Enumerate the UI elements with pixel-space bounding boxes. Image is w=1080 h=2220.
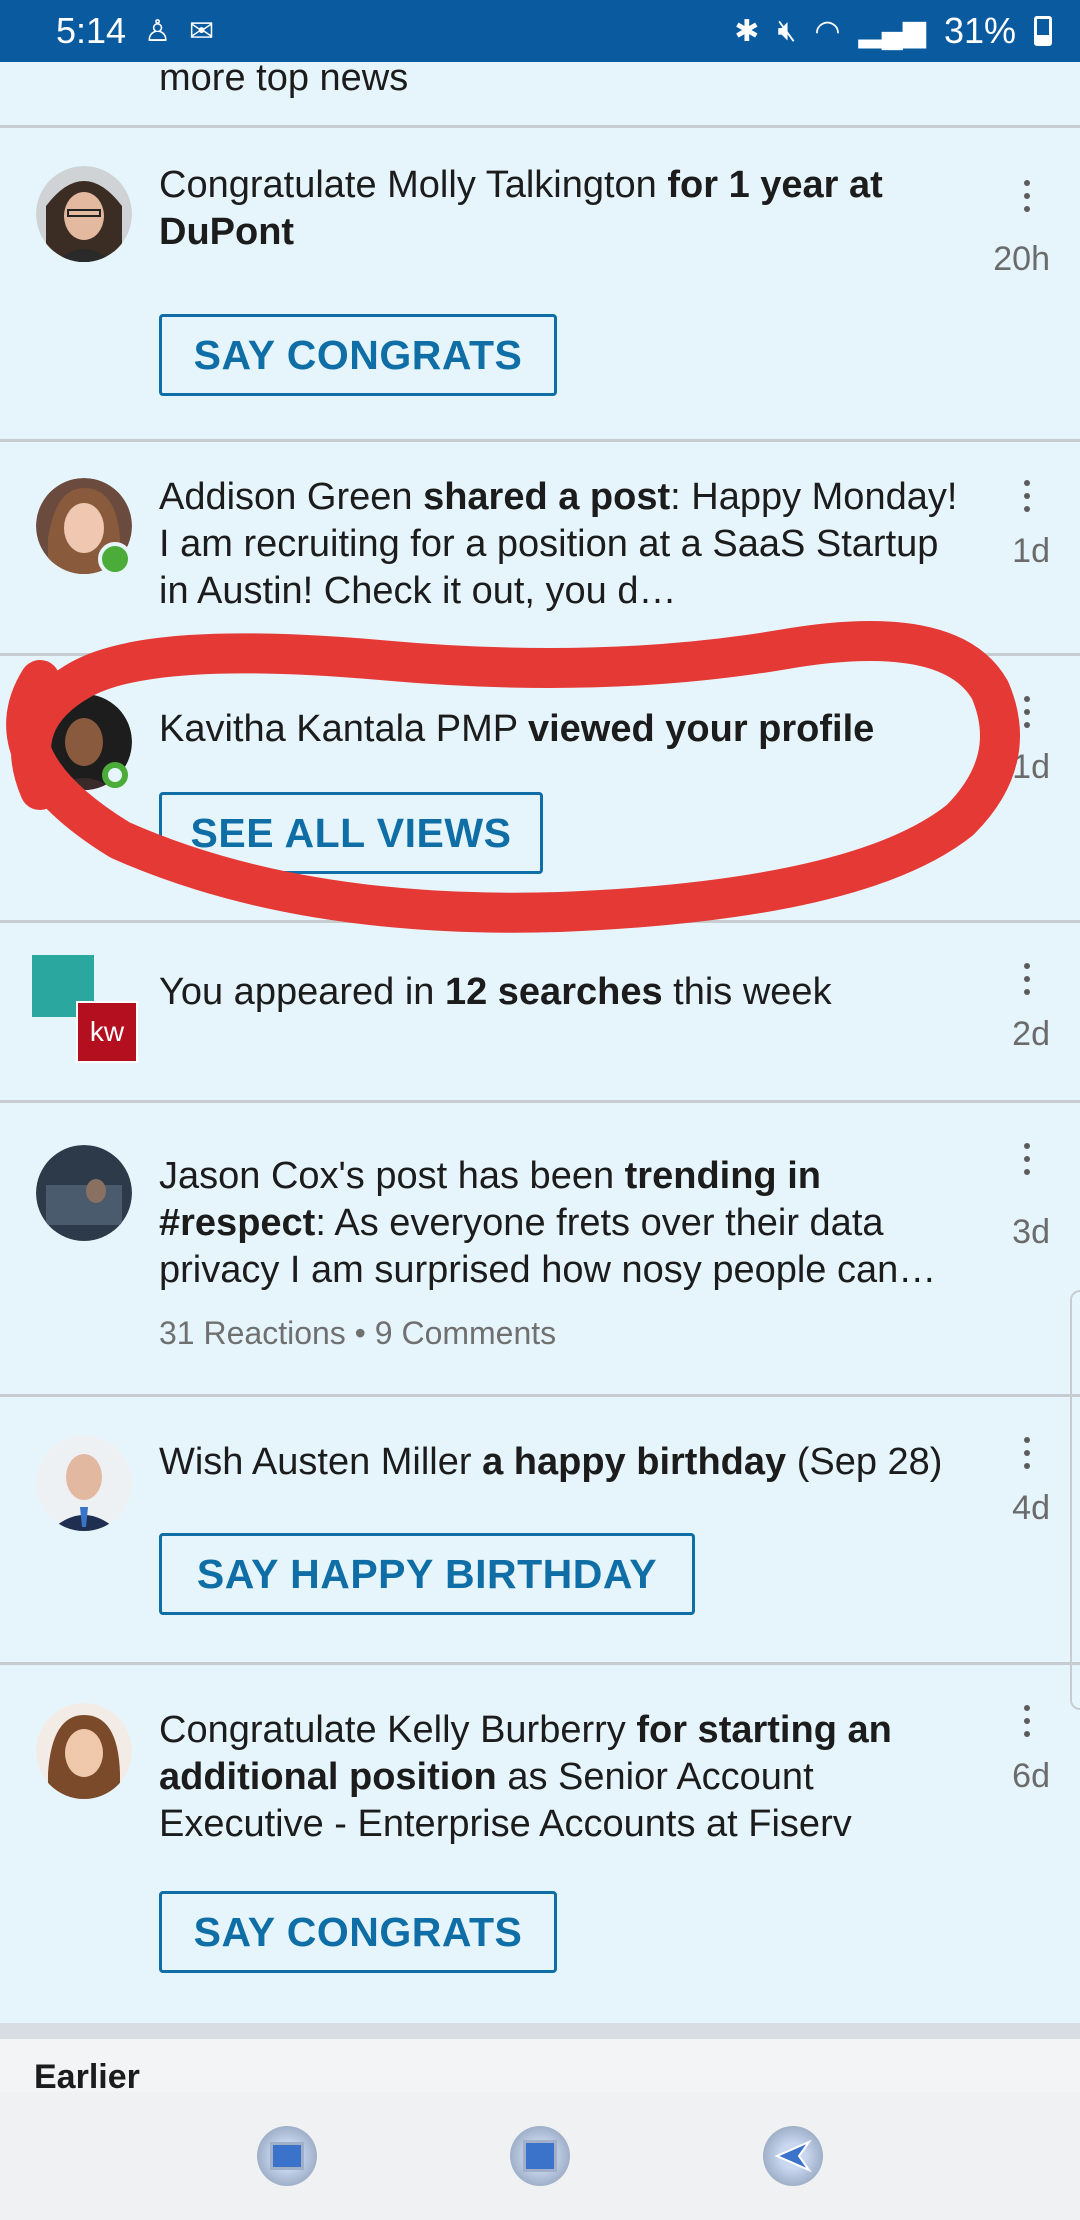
top-news-tail[interactable]: more top news	[0, 59, 1080, 128]
online-status-icon	[98, 542, 132, 576]
system-nav-bar	[0, 2092, 1080, 2220]
more-options-icon[interactable]	[1021, 1143, 1033, 1175]
more-options-icon[interactable]	[1021, 480, 1033, 512]
notification-item[interactable]: kw You appeared in 12 searches this week…	[0, 923, 1080, 1103]
avatar[interactable]	[36, 166, 132, 262]
section-divider	[0, 2023, 1080, 2039]
reactions-comments[interactable]: 31 Reactions • 9 Comments	[159, 1315, 556, 1352]
more-options-icon[interactable]	[1021, 963, 1033, 995]
notification-text: Wish Austen Miller a happy birthday (Sep…	[159, 1441, 943, 1483]
notification-time: 6d	[1012, 1757, 1050, 1795]
more-options-icon[interactable]	[1021, 1705, 1033, 1737]
notification-time: 2d	[1012, 1015, 1050, 1053]
notification-text: You appeared in 12 searches this week	[159, 971, 832, 1013]
more-options-icon[interactable]	[1021, 696, 1033, 728]
notification-time: 1d	[1012, 748, 1050, 786]
notification-text: Congratulate Kelly Burberry for starting…	[159, 1709, 892, 1845]
notification-item[interactable]: Congratulate Molly Talkington for 1 year…	[0, 128, 1080, 442]
battery-percent: 31%	[943, 10, 1016, 51]
say-congrats-button[interactable]: SAY CONGRATS	[159, 314, 557, 396]
notification-item[interactable]: Jason Cox's post has been trending in #r…	[0, 1103, 1080, 1397]
say-happy-birthday-button[interactable]: SAY HAPPY BIRTHDAY	[159, 1533, 695, 1615]
notifications-feed: more top news Congratulate Molly Talking…	[0, 59, 1080, 2099]
avatar[interactable]	[36, 1435, 132, 1531]
avatar[interactable]	[36, 1145, 132, 1241]
say-congrats-button[interactable]: SAY CONGRATS	[159, 1891, 557, 1973]
more-options-icon[interactable]	[1021, 1437, 1033, 1469]
notification-item[interactable]: Congratulate Kelly Burberry for starting…	[0, 1665, 1080, 2023]
see-all-views-button[interactable]: SEE ALL VIEWS	[159, 792, 543, 874]
notification-text: Kavitha Kantala PMP viewed your profile	[159, 708, 875, 750]
notification-text: Addison Green shared a post: Happy Monda…	[159, 476, 958, 612]
mute-icon: 🔇︎	[777, 14, 797, 47]
notification-text: Jason Cox's post has been trending in #r…	[159, 1155, 937, 1291]
battery-icon	[1034, 16, 1052, 46]
avatar[interactable]	[36, 1703, 132, 1799]
bluetooth-icon: ✱	[734, 14, 760, 48]
notification-item[interactable]: Wish Austen Miller a happy birthday (Sep…	[0, 1397, 1080, 1665]
back-icon[interactable]	[763, 2126, 824, 2186]
online-status-icon	[102, 762, 128, 788]
notification-item[interactable]: Kavitha Kantala PMP viewed your profile …	[0, 656, 1080, 923]
home-icon[interactable]	[509, 2126, 570, 2186]
notification-person-icon: ♙	[144, 14, 171, 48]
mail-icon: ✉	[188, 14, 215, 48]
status-time: 5:14	[56, 10, 127, 51]
more-options-icon[interactable]	[1021, 180, 1033, 212]
notification-time: 20h	[993, 240, 1050, 278]
recent-apps-icon[interactable]	[256, 2126, 317, 2186]
kw-logo-icon: kw	[76, 1001, 138, 1063]
notification-time: 3d	[1012, 1213, 1050, 1251]
notification-time: 1d	[1012, 532, 1050, 570]
earlier-section-header: Earlier	[0, 2039, 1080, 2099]
scrollbar[interactable]	[1070, 1290, 1080, 1710]
status-bar: 5:14 ♙ ✉ ✱ 🔇︎ ◠ ▂▄▆ 31%	[0, 0, 1080, 62]
notification-time: 4d	[1012, 1489, 1050, 1527]
notification-text: Congratulate Molly Talkington for 1 year…	[159, 164, 883, 253]
signal-icon: ▂▄▆	[858, 14, 926, 48]
notification-item[interactable]: Addison Green shared a post: Happy Monda…	[0, 442, 1080, 656]
wifi-icon: ◠	[814, 14, 841, 48]
